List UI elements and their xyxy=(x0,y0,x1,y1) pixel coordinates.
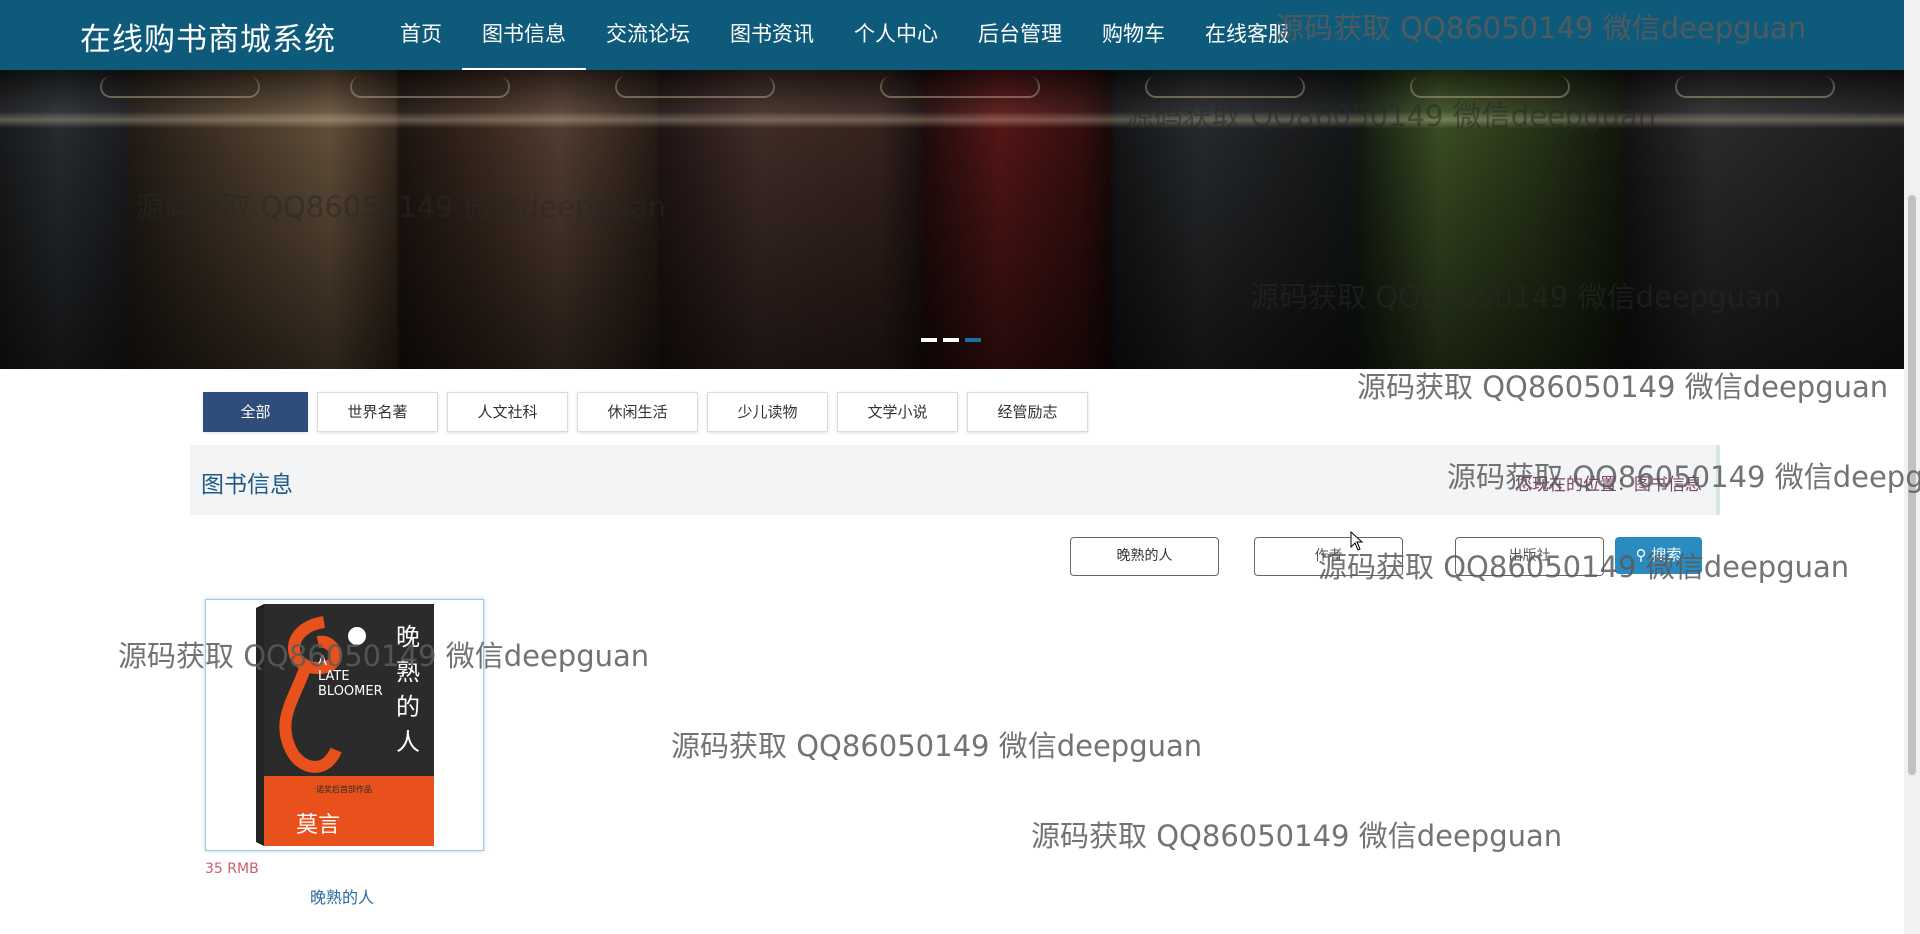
svg-text:LATE: LATE xyxy=(318,669,350,684)
banner-carousel[interactable] xyxy=(0,70,1904,369)
svg-text:诺奖后首部作品: 诺奖后首部作品 xyxy=(316,784,372,794)
product-image[interactable]: 晚 熟 的 人 A LATE BLOOMER 诺奖后首部作品 莫言 xyxy=(205,599,484,851)
section-header: 图书信息 您现在的位置：图书信息 xyxy=(190,445,1720,515)
nav-item-news[interactable]: 图书资讯 xyxy=(710,0,834,70)
main-nav: 首页 图书信息 交流论坛 图书资讯 个人中心 后台管理 购物车 在线客服 xyxy=(380,0,1309,70)
site-title[interactable]: 在线购书商城系统 xyxy=(80,14,336,59)
carousel-dot[interactable] xyxy=(921,338,937,342)
search-name-input[interactable]: 晚熟的人 xyxy=(1070,537,1219,576)
nav-item-cart[interactable]: 购物车 xyxy=(1082,0,1185,70)
category-world-classics[interactable]: 世界名著 xyxy=(317,392,438,432)
nav-item-admin[interactable]: 后台管理 xyxy=(958,0,1082,70)
nav-item-forum[interactable]: 交流论坛 xyxy=(586,0,710,70)
page-title: 图书信息 xyxy=(201,472,293,498)
search-publisher-input[interactable]: 出版社 xyxy=(1455,537,1604,576)
cover-title-char: 人 xyxy=(396,728,420,756)
category-all[interactable]: 全部 xyxy=(203,392,308,432)
category-leisure[interactable]: 休闲生活 xyxy=(577,392,698,432)
breadcrumb: 您现在的位置：图书信息 xyxy=(1515,475,1702,495)
nav-item-profile[interactable]: 个人中心 xyxy=(834,0,958,70)
carousel-dot[interactable] xyxy=(943,338,959,342)
svg-text:BLOOMER: BLOOMER xyxy=(318,684,383,699)
svg-text:A: A xyxy=(318,654,327,669)
nav-item-books[interactable]: 图书信息 xyxy=(462,0,586,70)
watermark: 源码获取 QQ86050149 微信deepguan xyxy=(671,729,1203,763)
book-cover: 晚 熟 的 人 A LATE BLOOMER 诺奖后首部作品 莫言 xyxy=(206,600,483,850)
watermark: 源码获取 QQ86050149 微信deepguan xyxy=(1031,819,1563,853)
search-author-input[interactable]: 作者 xyxy=(1254,537,1403,576)
top-navbar: 在线购书商城系统 首页 图书信息 交流论坛 图书资讯 个人中心 后台管理 购物车… xyxy=(0,0,1904,70)
search-icon: ⚲ xyxy=(1635,546,1647,564)
scrollbar-thumb[interactable] xyxy=(1908,195,1916,775)
search-button[interactable]: ⚲ 搜索 xyxy=(1615,537,1702,574)
search-button-label: 搜索 xyxy=(1651,546,1682,564)
carousel-dot-active[interactable] xyxy=(965,338,981,342)
category-children[interactable]: 少儿读物 xyxy=(707,392,828,432)
cover-author: 莫言 xyxy=(296,813,340,838)
category-tabs: 全部 世界名著 人文社科 休闲生活 少儿读物 文学小说 经管励志 xyxy=(203,392,1088,432)
category-business[interactable]: 经管励志 xyxy=(967,392,1088,432)
vertical-scrollbar[interactable] xyxy=(1904,0,1920,934)
watermark: 源码获取 QQ86050149 微信deepguan xyxy=(1357,370,1889,404)
cover-title-char: 的 xyxy=(396,693,420,721)
product-name[interactable]: 晚熟的人 xyxy=(310,884,374,908)
cover-title-char: 熟 xyxy=(396,658,420,686)
product-price: 35 RMB xyxy=(205,861,259,877)
cover-title-char: 晚 xyxy=(396,623,420,651)
nav-item-home[interactable]: 首页 xyxy=(380,0,462,70)
category-humanities[interactable]: 人文社科 xyxy=(447,392,568,432)
mouse-cursor-icon xyxy=(1350,531,1364,551)
banner-shade xyxy=(0,70,1904,369)
nav-item-support[interactable]: 在线客服 xyxy=(1185,0,1309,70)
category-fiction[interactable]: 文学小说 xyxy=(837,392,958,432)
carousel-indicators xyxy=(921,338,981,342)
